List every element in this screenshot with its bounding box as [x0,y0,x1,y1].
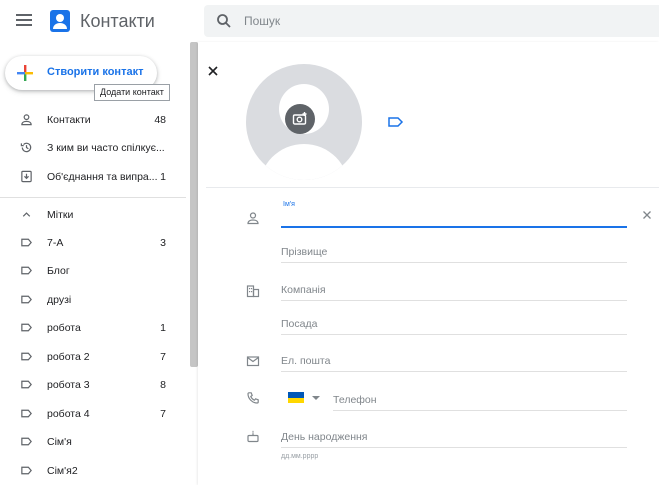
sidebar-label-item[interactable]: робота 3 8 [0,372,186,398]
labels-header[interactable]: Мітки [0,202,186,228]
birthday-field[interactable] [281,422,627,448]
add-label-icon[interactable] [386,114,406,130]
sidebar-divider [0,197,186,198]
create-contact-label: Створити контакт [47,66,144,78]
sidebar-item-count: 48 [154,114,166,126]
avatar-body [259,144,349,180]
sidebar-item-label: З ким ви часто спілкує... [47,142,165,154]
label-count: 8 [160,379,166,391]
label-count: 1 [160,322,166,334]
flag-yellow-stripe [288,397,304,403]
create-contact-panel: Ім'я Прізвище Компанія Посада Ел. пошта … [198,42,659,485]
email-input[interactable] [281,346,627,370]
label-name: робота 3 [47,379,90,391]
sidebar-item-contacts[interactable]: Контакти 48 [0,107,186,133]
sidebar-label-item[interactable]: Блог [0,258,186,284]
label-name: Сім'я2 [47,465,78,477]
tooltip: Додати контакт [94,84,170,101]
phone-field[interactable] [333,385,627,411]
label-name: робота 4 [47,408,90,420]
label-icon [21,409,32,418]
clear-icon[interactable] [641,209,653,221]
add-photo-button[interactable] [285,104,315,134]
sidebar-item-label: Контакти [47,114,91,126]
label-name: робота 2 [47,351,90,363]
menu-icon-bar [16,14,32,16]
email-field[interactable] [281,346,627,372]
sidebar-scrollbar[interactable] [190,42,198,367]
label-icon [21,323,32,332]
sidebar-item-merge[interactable]: Об'єднання та випра... 1 [0,164,186,190]
position-field[interactable] [281,309,627,335]
sidebar-label-item[interactable]: Сім'я2 [0,458,186,484]
main-menu-button[interactable] [12,11,36,31]
label-icon [21,266,32,275]
label-count: 7 [160,351,166,363]
top-bar: Контакти [0,0,659,42]
sidebar: Створити контакт Додати контакт Контакти… [0,42,190,485]
contacts-logo-icon [50,10,70,32]
birthday-format-hint: дд.мм.рррр [281,453,319,460]
label-icon [21,295,32,304]
label-icon [21,466,32,475]
phone-input[interactable] [333,385,627,409]
search-icon[interactable] [216,13,232,29]
plus-icon [17,65,33,81]
sidebar-item-frequent[interactable]: З ким ви часто спілкує... [0,135,186,161]
sidebar-item-count: 1 [160,171,166,183]
first-name-field[interactable] [281,202,627,228]
phone-icon [247,392,259,404]
menu-icon-bar [16,24,32,26]
label-count: 3 [160,237,166,249]
panel-divider [206,187,659,188]
label-icon [21,352,32,361]
label-count: 7 [160,408,166,420]
label-name: робота [47,322,81,334]
merge-icon [21,170,32,183]
sidebar-label-item[interactable]: Сім'я [0,429,186,455]
labels-header-label: Мітки [47,209,74,221]
label-icon [21,437,32,446]
label-icon [21,238,32,247]
birthday-input[interactable] [281,422,627,446]
building-icon [246,285,260,298]
sidebar-label-item[interactable]: робота 4 7 [0,401,186,427]
company-input[interactable] [281,275,627,299]
sidebar-label-item[interactable]: друзі [0,287,186,313]
menu-icon-bar [16,19,32,21]
first-name-input[interactable] [281,202,627,226]
country-code-select[interactable] [288,388,328,408]
sidebar-label-item[interactable]: робота 2 7 [0,344,186,370]
app-title: Контакти [80,11,155,31]
person-icon [21,114,32,126]
cake-icon [247,430,259,443]
search-bar[interactable] [204,5,659,37]
label-icon [21,380,32,389]
label-name: Сім'я [47,436,72,448]
history-icon [20,142,32,153]
position-input[interactable] [281,309,627,333]
last-name-input[interactable] [281,237,627,261]
label-name: Блог [47,265,70,277]
chevron-up-icon [22,212,31,217]
sidebar-label-item[interactable]: робота 1 [0,315,186,341]
sidebar-item-label: Об'єднання та випра... [47,171,158,183]
sidebar-label-item[interactable]: 7-А 3 [0,230,186,256]
label-name: друзі [47,294,72,306]
search-input[interactable] [244,5,644,37]
ukraine-flag-icon [288,392,304,403]
email-icon [246,356,260,367]
company-field[interactable] [281,275,627,301]
person-icon [247,212,259,225]
dropdown-arrow-icon [312,396,320,400]
label-name: 7-А [47,237,64,249]
close-icon[interactable] [206,64,220,78]
last-name-field[interactable] [281,237,627,263]
add-photo-icon [292,112,307,125]
